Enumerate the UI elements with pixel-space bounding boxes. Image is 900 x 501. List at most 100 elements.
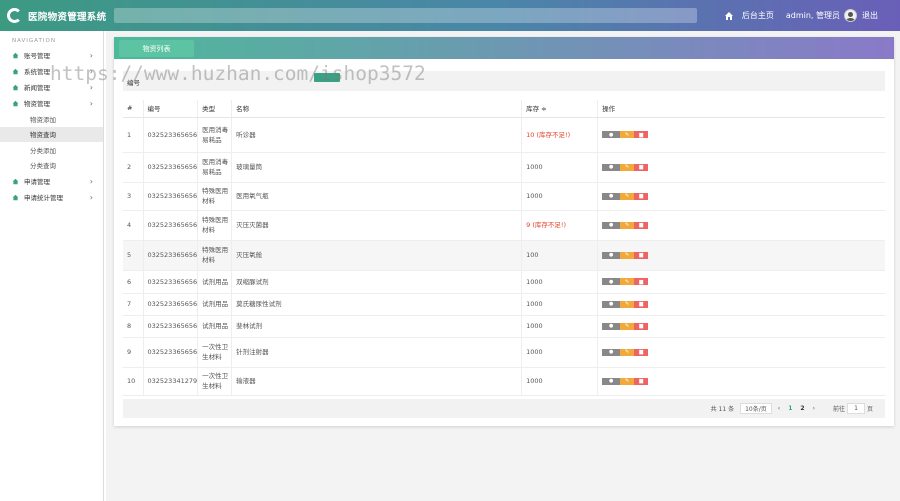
row-stock: 1000 [521, 270, 598, 294]
view-button[interactable]: ● [602, 278, 621, 285]
delete-button[interactable]: ▆ [634, 131, 649, 138]
edit-button[interactable]: ✎ [620, 131, 635, 138]
action-group: ● ✎ ▆ [602, 131, 883, 138]
edit-button[interactable]: ✎ [620, 300, 635, 308]
action-group: ● ✎ ▆ [602, 221, 883, 229]
sidebar-item-apply[interactable]: 申请管理 › [0, 173, 103, 189]
row-index: 6 [123, 270, 143, 294]
row-name: 斐林试剂 [231, 315, 522, 338]
delete-button[interactable]: ▆ [634, 251, 649, 259]
column-header-sortable[interactable]: 库存 ≑ [521, 100, 598, 118]
action-group: ● ✎ ▆ [602, 322, 883, 330]
row-name: 输液器 [231, 367, 522, 396]
logout-link[interactable]: 退出 [862, 10, 878, 21]
edit-button[interactable]: ✎ [620, 278, 635, 285]
delete-button[interactable]: ▆ [634, 278, 649, 285]
goto-suffix: 页 [866, 406, 873, 413]
sidebar-item-label: 新闻管理 [24, 84, 50, 92]
view-button[interactable]: ● [602, 322, 621, 330]
sidebar-item-apply-stats[interactable]: 申请统计管理 › [0, 189, 103, 205]
sidebar-sub-query-supply[interactable]: 物资查询 [0, 126, 103, 142]
edit-button[interactable]: ✎ [620, 322, 635, 330]
edit-button[interactable]: ✎ [620, 221, 635, 229]
sidebar-item-news[interactable]: 新闻管理 › [0, 79, 103, 95]
delete-button[interactable]: ▆ [634, 300, 649, 308]
row-name: 灭压灭菌器 [231, 210, 522, 241]
sidebar-sub-query-category[interactable]: 分类查询 [0, 158, 103, 174]
header-right: 后台主页 admin, 管理员 退出 [724, 0, 878, 31]
delete-button[interactable]: ▆ [634, 163, 649, 171]
row-type: 特殊医用材料 [197, 210, 232, 241]
delete-button[interactable]: ▆ [634, 192, 649, 200]
view-button[interactable]: ● [602, 131, 621, 138]
view-button[interactable]: ● [602, 192, 621, 200]
sidebar-item-system[interactable]: 系统管理 › [0, 63, 103, 79]
delete-button[interactable]: ▆ [634, 348, 649, 356]
sidebar-item-supplies[interactable]: 物资管理 › [0, 95, 103, 111]
row-index: 2 [123, 152, 143, 183]
table-row: 7 032523365656 试剂用品 莫氏糖尿性试剂 1000 ● ✎ ▆ [123, 293, 885, 316]
table-row: 3 032523365656 特殊医用材料 医用氧气瓶 1000 ● ✎ ▆ [123, 182, 885, 211]
edit-button[interactable]: ✎ [620, 163, 635, 171]
column-header: 编号 [142, 100, 198, 118]
row-actions: ● ✎ ▆ [597, 315, 885, 338]
row-stock: 1000 [521, 182, 598, 211]
delete-button[interactable]: ▆ [634, 377, 649, 385]
search-button[interactable] [314, 73, 340, 82]
row-index: 3 [123, 182, 143, 211]
view-button[interactable]: ● [602, 377, 621, 385]
page-2-button[interactable]: 2 [800, 405, 804, 412]
edit-button[interactable]: ✎ [620, 377, 635, 385]
edit-button[interactable]: ✎ [620, 192, 635, 200]
chevron-right-icon: › [89, 82, 93, 92]
view-button[interactable]: ● [602, 300, 621, 308]
row-name: 医用氧气瓶 [231, 182, 522, 211]
user-label[interactable]: admin, 管理员 [786, 10, 840, 21]
sidebar-sub-add-supply[interactable]: 物资添加 [0, 111, 103, 127]
column-header: 名称 [231, 100, 522, 118]
search-label: 编号 [127, 79, 140, 87]
row-actions: ● ✎ ▆ [597, 152, 885, 183]
goto-page-input[interactable]: 1 [846, 403, 865, 414]
row-stock: 1000 [521, 315, 598, 338]
edit-button[interactable]: ✎ [620, 251, 635, 259]
chevron-down-icon: › [89, 98, 93, 108]
row-stock: 9 (库存不足!) [521, 210, 598, 241]
row-name: 针剂注射器 [231, 337, 522, 368]
avatar[interactable] [844, 9, 857, 22]
row-code: 032523365656 [142, 337, 198, 368]
page-size-select[interactable]: 10条/页 [740, 403, 772, 414]
edit-button[interactable]: ✎ [620, 348, 635, 356]
header-search-bar[interactable] [114, 8, 697, 23]
home-icon[interactable] [724, 11, 734, 21]
delete-button[interactable]: ▆ [634, 221, 649, 229]
pagination: 共 11 条 10条/页 ‹ 1 2 › 前往 1 页 [123, 399, 885, 418]
next-page-button[interactable]: › [813, 405, 815, 412]
home-icon [12, 194, 19, 200]
row-index: 9 [123, 337, 143, 368]
home-icon [12, 68, 19, 74]
row-type: 试剂用品 [197, 315, 232, 338]
view-button[interactable]: ● [602, 163, 621, 171]
row-type: 一次性卫生材料 [197, 337, 232, 368]
page-1-button[interactable]: 1 [788, 405, 792, 412]
sidebar-item-account[interactable]: 账号管理 › [0, 47, 103, 63]
table-row: 5 032523365656 特殊医用材料 灭压氧舱 100 ● ✎ ▆ [123, 240, 885, 271]
view-button[interactable]: ● [602, 348, 621, 356]
row-actions: ● ✎ ▆ [597, 270, 885, 294]
home-icon [12, 84, 19, 90]
home-link[interactable]: 后台主页 [742, 10, 774, 21]
prev-page-button[interactable]: ‹ [778, 405, 780, 412]
column-header: 操作 [597, 100, 885, 118]
delete-button[interactable]: ▆ [634, 322, 649, 330]
row-name: 莫氏糖尿性试剂 [231, 293, 522, 316]
tab-supply-list[interactable]: 物资列表 [119, 40, 194, 57]
sidebar-sub-add-category[interactable]: 分类添加 [0, 142, 103, 158]
row-index: 5 [123, 240, 143, 271]
row-actions: ● ✎ ▆ [597, 240, 885, 271]
row-code: 032523365656 [142, 270, 198, 294]
view-button[interactable]: ● [602, 251, 621, 259]
action-group: ● ✎ ▆ [602, 192, 883, 200]
row-type: 特殊医用材料 [197, 182, 232, 211]
view-button[interactable]: ● [602, 221, 621, 229]
